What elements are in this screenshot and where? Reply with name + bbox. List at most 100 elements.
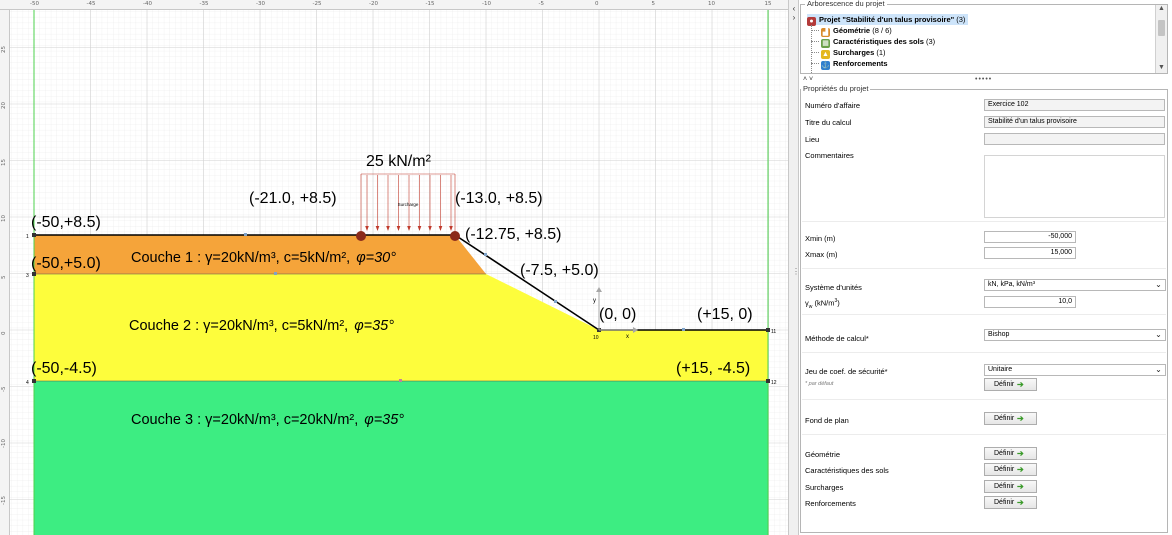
node-id: 12: [771, 380, 777, 386]
splitter-grip-icon[interactable]: ⋮: [792, 268, 800, 276]
node-id: 4: [26, 380, 29, 386]
surcharge-value-label: 25 kN/m²: [366, 153, 432, 170]
node-id: 11: [771, 329, 776, 335]
scroll-down-icon[interactable]: ▼: [1158, 64, 1165, 71]
tree-item-surcharges[interactable]: ▲ Surcharges (1): [821, 47, 886, 59]
horizontal-ruler: -50 -45 -40 -35 -30 -25 -20 -15 -10 -5 0 5 10 15: [0, 0, 788, 10]
ruler-x-tick: -35: [199, 1, 209, 7]
ruler-x-tick: -50: [30, 1, 39, 7]
divider: [802, 434, 1166, 435]
ruler-x-tick: -45: [86, 1, 96, 7]
numero-affaire-field[interactable]: Exercice 102: [984, 99, 1165, 111]
xmin-field[interactable]: -50,000: [984, 231, 1076, 243]
chevron-down-icon[interactable]: ⌄: [1153, 330, 1164, 340]
definir-jeu-button[interactable]: Définir ➔: [984, 378, 1037, 391]
anchor-icon: ⚓: [821, 61, 830, 70]
panel-splitter[interactable]: ‹ › ⋮: [788, 0, 800, 535]
coord-label: (+15, -4.5): [676, 360, 750, 377]
coord-label: (+15, 0): [697, 306, 753, 323]
axis-y-letter: y: [593, 298, 596, 304]
scrollbar-thumb[interactable]: [1158, 20, 1165, 36]
tree-scrollbar[interactable]: ▲ ▼: [1155, 5, 1167, 73]
xmax-field[interactable]: 15,000: [984, 247, 1076, 259]
layer-2-label: Couche 2 : γ=20kN/m³, c=5kN/m², φ=35°: [129, 318, 394, 334]
layer-3-fill[interactable]: [34, 381, 768, 535]
ruler-x-tick: -25: [312, 1, 322, 7]
ruler-x-tick: 10: [708, 1, 715, 7]
collapse-right-button[interactable]: ›: [790, 13, 798, 22]
properties-legend: Propriétés du projet: [801, 84, 871, 93]
fond-plan-label: Fond de plan: [805, 416, 849, 425]
tree-item-geometrie[interactable]: ▟ Géométrie (8 / 6): [821, 25, 892, 37]
renforcements-label: Renforcements: [805, 499, 856, 508]
arrow-right-icon: ➔: [1017, 414, 1024, 423]
project-properties-group: Numéro d'affaire Exercice 102 Titre du c…: [800, 89, 1168, 533]
titre-calcul-field[interactable]: Stabilité d'un talus provisoire: [984, 116, 1165, 128]
unit-system-value: kN, kPa, kN/m³: [988, 281, 1036, 288]
definir-geometrie-button[interactable]: Définir ➔: [984, 447, 1037, 460]
ruler-x-tick: 15: [764, 1, 772, 7]
chevron-down-icon[interactable]: ⌄: [1153, 365, 1164, 375]
gamma-w-field[interactable]: 10,0: [984, 296, 1076, 308]
arrow-right-icon: ➔: [1017, 465, 1024, 474]
ruler-y-tick: -5: [1, 386, 7, 392]
jeu-coef-select[interactable]: Unitaire ⌄: [984, 364, 1166, 376]
coord-label: (-50,+8.5): [31, 214, 101, 231]
slope-drawing[interactable]: Surcharge 25 kN/m² 1 3 4 10 11 12 y x (-…: [0, 0, 788, 535]
collapse-left-button[interactable]: ‹: [790, 4, 798, 13]
ruler-x-tick: -10: [482, 1, 491, 7]
tree-item-label: Projet "Stabilité d'un talus provisoire": [819, 15, 955, 24]
lieu-label: Lieu: [805, 135, 820, 144]
coord-label: (-21.0, +8.5): [249, 190, 337, 207]
coord-label: (-12.75, +8.5): [465, 226, 562, 243]
project-tree[interactable]: ● Projet "Stabilité d'un talus provisoire…: [803, 11, 1153, 73]
ruler-x-tick: 0: [595, 1, 599, 7]
xmin-label: Xmin (m): [805, 234, 836, 243]
ruler-y-tick: 25: [1, 45, 7, 53]
titre-calcul-label: Titre du calcul: [805, 118, 852, 127]
tree-item-count: (8 / 6): [870, 26, 892, 35]
arrow-right-icon: ➔: [1017, 449, 1024, 458]
scroll-up-icon[interactable]: ▲: [1158, 5, 1165, 12]
commentaires-textarea[interactable]: [984, 155, 1165, 218]
definir-surcharges-button[interactable]: Définir ➔: [984, 480, 1037, 493]
surcharge-left-pin[interactable]: [356, 231, 366, 241]
tree-connector: [811, 41, 819, 42]
layer-3-label: Couche 3 : γ=20kN/m³, c=20kN/m², φ=35°: [131, 412, 404, 428]
coord-label: (-50,-4.5): [31, 360, 97, 377]
definir-caracteristiques-button[interactable]: Définir ➔: [984, 463, 1037, 476]
surcharges-label: Surcharges: [805, 483, 844, 492]
ruler-x-tick: -15: [425, 1, 435, 7]
tree-connector: [811, 25, 812, 73]
definir-renforcements-button[interactable]: Définir ➔: [984, 496, 1037, 509]
definir-fond-plan-button[interactable]: Définir ➔: [984, 412, 1037, 425]
methode-calcul-select[interactable]: Bishop ⌄: [984, 329, 1166, 341]
vertical-ruler: 25 20 15 10 5 0 -5 -10 -15: [0, 10, 10, 535]
arrow-right-icon: ➔: [1017, 498, 1024, 507]
unit-system-select[interactable]: kN, kPa, kN/m³ ⌄: [984, 279, 1166, 291]
surcharge-right-pin[interactable]: [450, 231, 460, 241]
default-note: * par défaut: [805, 381, 834, 387]
ruler-y-tick: 0: [1, 331, 7, 336]
drawing-canvas[interactable]: Surcharge 25 kN/m² 1 3 4 10 11 12 y x (-…: [0, 0, 788, 535]
coord-label: (-50,+5.0): [31, 255, 101, 272]
jeu-coef-value: Unitaire: [988, 366, 1013, 373]
node-id: 10: [593, 335, 599, 341]
tree-item-renforcements[interactable]: ⚓ Renforcements: [821, 58, 888, 70]
tree-item-count: (3): [923, 37, 936, 46]
jeu-coef-label: Jeu de coef. de sécurité*: [805, 367, 888, 376]
divider: [802, 221, 1166, 222]
unit-system-label: Système d'unités: [805, 283, 862, 292]
tree-item-caracteristiques[interactable]: ▦ Caractéristiques des sols (3): [821, 36, 936, 48]
ruler-x-tick: -5: [538, 1, 544, 7]
tree-item-label: Géométrie: [833, 26, 871, 35]
tree-item-label: Caractéristiques des sols: [833, 37, 924, 46]
right-panel: ● Projet "Stabilité d'un talus provisoire…: [799, 0, 1172, 535]
resize-grip-icon[interactable]: •••••: [975, 75, 992, 85]
arrow-right-icon: ➔: [1017, 482, 1024, 491]
chevron-down-icon[interactable]: ⌄: [1153, 280, 1164, 290]
tree-item-project[interactable]: ● Projet "Stabilité d'un talus provisoire…: [807, 14, 969, 26]
ruler-x-tick: -40: [143, 1, 152, 7]
lieu-field[interactable]: [984, 133, 1165, 145]
ruler-y-tick: 5: [1, 275, 7, 279]
